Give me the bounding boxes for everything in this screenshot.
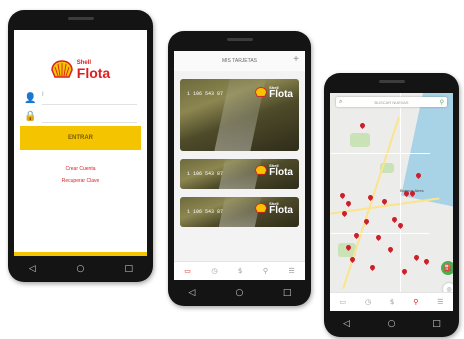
- login-screen: Shell Flota 👤 I 🔒 ENTRAR Crear Cuenta Re…: [14, 30, 147, 256]
- station-pin[interactable]: [390, 215, 399, 224]
- shell-flota-logo: Shell Flota: [14, 60, 147, 80]
- shell-pecten-icon: [255, 87, 267, 97]
- station-map[interactable]: ⌕ BUSCAR NUEVAS ⚲ Buenos Aires: [330, 93, 453, 293]
- card-item[interactable]: 1 106 543 87 Shell Flota: [180, 159, 299, 189]
- station-pin[interactable]: [374, 233, 383, 242]
- recents-icon[interactable]: □: [427, 319, 447, 329]
- card-number: 1 106 543 87: [187, 171, 224, 177]
- phone-speaker: [226, 38, 253, 41]
- card-number: 1 106 543 87: [187, 209, 224, 215]
- shell-pecten-icon: [255, 165, 267, 175]
- station-pin[interactable]: [400, 267, 409, 276]
- android-nav-bar: ◁ ○ □: [324, 311, 459, 337]
- back-icon[interactable]: ◁: [182, 288, 202, 298]
- map-screen: ⌕ BUSCAR NUEVAS ⚲ Buenos Aires: [330, 93, 453, 311]
- cards-header: MIS TARJETAS +: [174, 51, 305, 71]
- station-pin[interactable]: [344, 199, 353, 208]
- add-card-button[interactable]: +: [293, 54, 299, 65]
- history-tab-icon[interactable]: ◷: [211, 267, 217, 275]
- phone-map: ⌕ BUSCAR NUEVAS ⚲ Buenos Aires: [324, 73, 459, 337]
- history-tab-icon[interactable]: ◷: [365, 298, 371, 306]
- search-icon: ⌕: [339, 98, 343, 105]
- home-icon[interactable]: ○: [70, 264, 90, 274]
- card-number: 1 106 543 87: [187, 91, 224, 97]
- username-input[interactable]: I: [42, 92, 137, 105]
- cards-screen: MIS TARJETAS + 1 106 543 87 Shell Flota …: [174, 51, 305, 280]
- station-pin[interactable]: [358, 121, 367, 130]
- phone-cards: MIS TARJETAS + 1 106 543 87 Shell Flota …: [168, 31, 311, 306]
- password-input[interactable]: [42, 110, 137, 123]
- recents-icon[interactable]: □: [277, 288, 297, 298]
- station-pin[interactable]: [386, 245, 395, 254]
- map-search-bar[interactable]: ⌕ BUSCAR NUEVAS ⚲: [336, 97, 447, 107]
- create-account-link[interactable]: Crear Cuenta: [14, 166, 147, 172]
- card-brand: Shell Flota: [255, 163, 293, 178]
- user-icon: 👤: [24, 92, 37, 104]
- android-nav-bar: ◁ ○ □: [8, 256, 153, 282]
- money-tab-icon[interactable]: $: [238, 267, 242, 275]
- phone-login: Shell Flota 👤 I 🔒 ENTRAR Crear Cuenta Re…: [8, 10, 153, 282]
- gps-pin-icon[interactable]: ⚲: [440, 99, 444, 106]
- brand-flota-text: Flota: [76, 65, 111, 81]
- location-tab-icon[interactable]: ⚲: [413, 298, 418, 306]
- lock-icon: 🔒: [24, 110, 37, 122]
- username-field[interactable]: 👤 I: [24, 90, 137, 106]
- recover-key-link[interactable]: Recuperar Clave: [14, 178, 147, 184]
- card-tab-icon[interactable]: ▭: [339, 298, 346, 306]
- home-icon[interactable]: ○: [382, 319, 402, 329]
- card-brand-flota: Flota: [269, 167, 293, 178]
- menu-tab-icon[interactable]: ☰: [288, 267, 294, 275]
- recents-icon[interactable]: □: [119, 264, 139, 274]
- fuel-filter-button[interactable]: ⛽: [441, 261, 453, 275]
- enter-button[interactable]: ENTRAR: [20, 126, 141, 150]
- map-search-input[interactable]: BUSCAR NUEVAS: [375, 100, 409, 105]
- card-brand: Shell Flota: [255, 85, 293, 100]
- shell-pecten-icon: [51, 60, 73, 78]
- card-item[interactable]: 1 106 543 87 Shell Flota: [180, 197, 299, 227]
- station-pin[interactable]: [368, 263, 377, 272]
- back-icon[interactable]: ◁: [337, 319, 357, 329]
- android-nav-bar: ◁ ○ □: [168, 280, 311, 306]
- card-tab-icon[interactable]: ▭: [184, 267, 191, 275]
- phone-speaker: [67, 17, 94, 20]
- card-brand-flota: Flota: [269, 89, 293, 100]
- cards-title: MIS TARJETAS: [221, 58, 257, 64]
- station-pin[interactable]: [338, 191, 347, 200]
- card-brand: Shell Flota: [255, 201, 293, 216]
- menu-tab-icon[interactable]: ☰: [437, 298, 443, 306]
- bottom-tab-bar: ▭ ◷ $ ⚲ ☰: [330, 292, 453, 311]
- money-tab-icon[interactable]: $: [390, 298, 394, 306]
- home-icon[interactable]: ○: [229, 288, 249, 298]
- card-brand-flota: Flota: [269, 205, 293, 216]
- password-field[interactable]: 🔒: [24, 108, 137, 124]
- phone-speaker: [378, 80, 405, 83]
- station-pin[interactable]: [396, 221, 405, 230]
- station-pin[interactable]: [412, 253, 421, 262]
- location-tab-icon[interactable]: ⚲: [263, 267, 268, 275]
- station-pin[interactable]: [422, 257, 431, 266]
- back-icon[interactable]: ◁: [22, 264, 42, 274]
- bottom-tab-bar: ▭ ◷ $ ⚲ ☰: [174, 261, 305, 280]
- card-item[interactable]: 1 106 543 87 Shell Flota: [180, 79, 299, 151]
- shell-pecten-icon: [255, 203, 267, 213]
